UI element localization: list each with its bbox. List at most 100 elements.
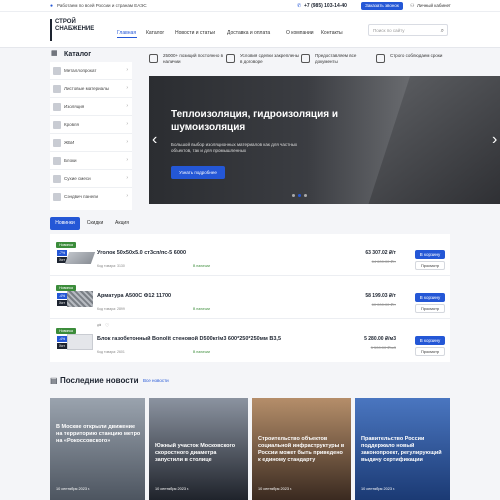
nav-active-underline [117,37,137,38]
stock-status: В наличии [193,307,210,311]
product-price: 5 280.00 ₽/м3 [364,336,396,342]
favorite-icon[interactable]: ♡ [105,324,109,329]
product-row[interactable]: Новинка -4% Хит Арматура А500С Ф12 11700… [50,277,450,319]
phone-link[interactable]: +7 (985) 103-14-40 [304,4,347,9]
news-headline: В Москве открыли движение на территорию … [56,424,141,444]
phone-icon: ✆ [297,2,302,9]
news-date: 10 сентября 2023 г. [56,487,91,491]
catalog-item-blocks[interactable]: Блоки › [50,152,132,170]
panel-icon [53,193,61,201]
chevron-right-icon: › [126,67,128,73]
concrete-icon [53,139,61,147]
tab-discounts[interactable]: Скидки [83,217,107,230]
box-icon [149,54,158,63]
news-icon: ▤ [50,376,58,385]
product-name[interactable]: Уголок 50х50х5.0 ст3сп/пс-5 6000 [97,250,186,257]
advantage-deadlines: Строго соблюдаем сроки [376,52,451,76]
news-date: 10 сентября 2023 г. [155,487,190,491]
product-list: Новинка -7% Хит Уголок 50х50х5.0 ст3сп/п… [50,234,450,362]
news-date: 10 сентября 2023 г. [258,487,293,491]
logo[interactable]: СТРОЙ СНАБЖЕНИЕ [50,19,94,41]
discount-badge: -4% [57,293,67,299]
banner-subtitle: Большой выбор изоляционных материалов ка… [171,142,298,153]
view-button[interactable]: Просмотр [415,347,445,356]
chevron-right-icon: › [126,121,128,127]
slider-dot[interactable] [292,194,295,197]
slider-dots [292,194,312,198]
nav-home[interactable]: Главная [117,30,136,36]
user-icon: ⚇ [410,2,415,9]
search-icon[interactable]: ⌕ [441,28,444,34]
product-image[interactable] [67,291,93,307]
product-row[interactable]: ⇄ ♡ Новинка -4% Хит Блок газобетонный Bo… [50,320,450,362]
nav-contacts[interactable]: Контакты [321,30,343,36]
tab-promo[interactable]: Акция [110,217,134,230]
product-name[interactable]: Арматура А500С Ф12 11700 [97,293,171,300]
slider-next-icon[interactable]: › [492,132,497,148]
nav-news[interactable]: Новости и статьи [175,30,215,36]
search-input[interactable]: Поиск по сайту ⌕ [368,24,448,36]
truck-icon [376,54,385,63]
stock-status: В наличии [193,264,210,268]
news-title: Последние новости [60,376,139,385]
all-news-link[interactable]: Все новости [143,378,169,384]
product-row[interactable]: Новинка -7% Хит Уголок 50х50х5.0 ст3сп/п… [50,234,450,276]
location-icon: ● [50,3,54,9]
add-to-cart-button[interactable]: В корзину [415,250,445,259]
catalog-item-insulation[interactable]: Изоляция › [50,98,132,116]
banner-more-button[interactable]: Узнать подробнее [171,166,225,179]
slider-prev-icon[interactable]: ‹ [152,132,157,148]
metal-icon [53,67,61,75]
catalog-item-sandwich[interactable]: Сэндвич панели › [50,188,132,206]
product-image[interactable] [67,334,93,350]
chevron-right-icon: › [126,103,128,109]
chevron-right-icon: › [126,85,128,91]
catalog-item-sheets[interactable]: Листовые материалы › [50,80,132,98]
block-icon [53,157,61,165]
slider-dot[interactable] [304,194,307,197]
banner-title: Теплоизоляция, гидроизоляция и шумоизоля… [171,109,338,133]
product-image[interactable] [64,252,96,264]
news-date: 10 сентября 2023 г. [361,487,396,491]
callback-button[interactable]: Заказать звонок [361,2,403,10]
catalog-item-metal[interactable]: Металлопрокат › [50,62,132,80]
sheet-icon [53,85,61,93]
mix-bag-icon [53,175,61,183]
new-badge: Новинка [56,242,76,248]
news-card[interactable]: Правительство России поддержало новый за… [355,398,450,500]
advantage-contract: Условия сделки закреплены в договоре [226,52,301,76]
hit-badge: Хит [57,343,67,349]
advantage-stock: 25000+ позиций постоянно в наличии [149,52,224,76]
roof-icon [53,121,61,129]
add-to-cart-button[interactable]: В корзину [415,336,445,345]
product-price: 58 199.03 ₽/т [365,293,396,299]
old-price: 64 600.00 ₽/т [371,259,396,264]
catalog-item-roof[interactable]: Кровля › [50,116,132,134]
view-button[interactable]: Просмотр [415,261,445,270]
product-price: 63 307.02 ₽/т [365,250,396,256]
tab-new[interactable]: Новинки [50,217,80,230]
nav-catalog[interactable]: Каталог [146,30,164,36]
compare-icon[interactable]: ⇄ [97,324,101,329]
chevron-right-icon: › [126,139,128,145]
nav-delivery[interactable]: Доставка и оплата [227,30,270,36]
view-button[interactable]: Просмотр [415,304,445,313]
banner-image [364,76,500,204]
news-card[interactable]: Строительство объектов социальной инфрас… [252,398,351,500]
catalog-item-concrete[interactable]: ЖБИ › [50,134,132,152]
news-card[interactable]: В Москве открыли движение на территорию … [50,398,145,500]
news-headline: Правительство России поддержало новый за… [361,436,442,463]
news-card[interactable]: Южный участок Московского скоростного ди… [149,398,248,500]
catalog-item-mixes[interactable]: Сухие смеси › [50,170,132,188]
account-link[interactable]: Личный кабинет [417,3,451,9]
discount-badge: -7% [57,250,67,256]
chevron-right-icon: › [126,157,128,163]
product-code: Код товара: 3130 [97,264,125,268]
slider-dot-active[interactable] [298,194,301,197]
chevron-right-icon: › [126,175,128,181]
add-to-cart-button[interactable]: В корзину [415,293,445,302]
catalog-title[interactable]: Каталог [64,51,91,58]
product-name[interactable]: Блок газобетонный Bonolit стеновой D500к… [97,336,281,343]
nav-about[interactable]: О компании [286,30,314,36]
region-text: Работаем по всей России и странам ЕАЭС [57,3,147,8]
